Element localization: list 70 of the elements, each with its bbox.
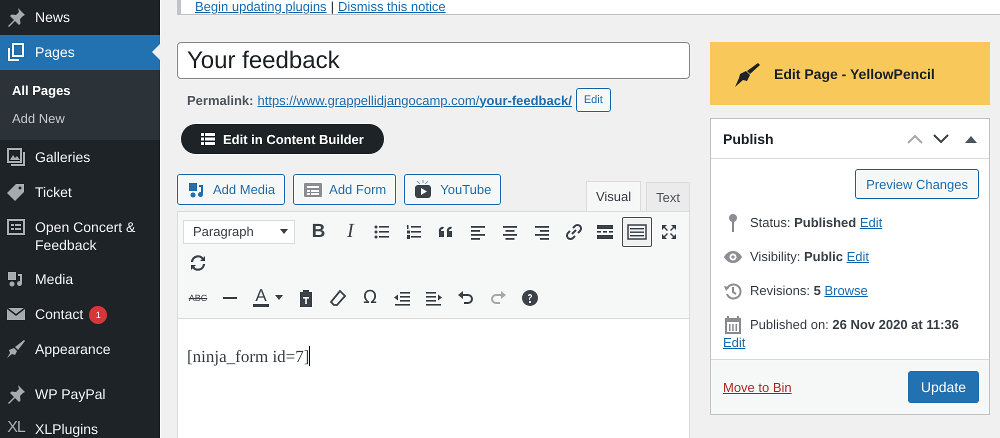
list-icon [201, 133, 215, 145]
triangle-up-icon[interactable] [965, 134, 977, 142]
sidebar-menu-item[interactable]: Appearance [0, 332, 160, 367]
refresh-icon [188, 252, 208, 272]
notice-link[interactable]: Begin updating plugins [195, 0, 327, 14]
sidebar-menu-item[interactable]: Contact 1 [0, 297, 160, 332]
history-icon [723, 281, 743, 301]
sidebar-menu-item[interactable]: Pages [0, 35, 160, 70]
italic-button[interactable]: I [335, 216, 366, 246]
submenu-item[interactable]: Add New [0, 105, 160, 133]
pin-icon [6, 384, 26, 404]
editor-tab[interactable]: Visual [586, 181, 642, 211]
paintbrush-icon [6, 339, 26, 359]
gallery-icon [6, 147, 26, 167]
update-button[interactable]: Update [908, 371, 979, 403]
permalink-link[interactable]: https://www.grappellidjangocamp.com/your-feedback/ [257, 92, 572, 108]
toolbar-toggle-button[interactable] [622, 216, 652, 246]
editor-content-text: [ninja_form id=7] [187, 347, 310, 366]
form-icon [6, 217, 26, 237]
editor-tab[interactable]: Text [646, 182, 690, 211]
text-cursor [309, 346, 310, 366]
caret-icon [280, 229, 288, 234]
format-dropdown[interactable]: Paragraph [183, 220, 295, 244]
bold-button[interactable]: B [304, 216, 334, 246]
publish-info-text: Status: Published Edit [750, 214, 884, 232]
edit-link[interactable]: Edit [860, 215, 882, 230]
sidebar-menu-item[interactable]: Open Concert & Feedback [0, 210, 160, 262]
media-toolbar-button[interactable]: YouTube [404, 174, 502, 205]
text-color-button[interactable]: A [247, 282, 289, 312]
separator-text: | [330, 0, 334, 14]
publish-info-text: Revisions: 5 Browse [750, 282, 869, 300]
submenu-item[interactable]: All Pages [0, 77, 160, 105]
edit-link[interactable]: Edit [846, 249, 869, 264]
publish-info-text: Published on: 26 Nov 2020 at 11:36 [750, 316, 960, 334]
media-toolbar-button[interactable]: Add Media [177, 174, 286, 205]
edit-permalink-button[interactable]: Edit [576, 88, 611, 112]
notification-badge: 1 [89, 306, 108, 324]
move-to-bin-link[interactable]: Move to Bin [723, 380, 792, 394]
horizontal-line-icon [223, 296, 237, 298]
help-icon [520, 288, 540, 308]
sidebar-menu-item[interactable]: News [0, 0, 160, 35]
tag-icon [6, 182, 26, 202]
yellowpencil-edit-button[interactable]: Edit Page - YellowPencil [710, 42, 990, 105]
panel-title: Publish [723, 130, 775, 146]
permalink-label: Permalink: [187, 92, 254, 108]
sidebar-menu-item[interactable]: Ticket [0, 175, 160, 210]
eraser-icon [328, 288, 348, 308]
preview-changes-button[interactable]: Preview Changes [855, 169, 979, 199]
notice-link[interactable]: Dismiss this notice [338, 0, 446, 14]
edit-link[interactable]: Edit [723, 335, 746, 350]
xl-logo-icon: XL [7, 419, 25, 437]
pin-icon [6, 7, 26, 27]
pages-icon [6, 42, 26, 62]
link-icon [564, 222, 584, 242]
calendar-icon [723, 315, 743, 335]
sidebar-menu-item[interactable]: XL XLPlugins [0, 412, 160, 438]
content-builder-button[interactable]: Edit in Content Builder [181, 124, 384, 154]
sidebar-menu-item[interactable]: Galleries [0, 140, 160, 175]
pencil-brush-icon [734, 60, 760, 86]
media-toolbar-button[interactable]: Add Form [293, 174, 396, 205]
title-field[interactable]: Your feedback [177, 42, 690, 79]
sidebar-menu-item[interactable]: Media [0, 262, 160, 297]
browse-link[interactable]: Browse [824, 283, 868, 298]
caret-icon [274, 295, 283, 300]
publish-info-text: Visibility: Public Edit [750, 248, 870, 266]
chevron-down-icon[interactable] [933, 134, 949, 144]
sidebar-menu-item[interactable]: WP PayPal [0, 367, 160, 412]
toolbar-toggle-icon [627, 222, 648, 242]
special-character-button[interactable]: Ω [355, 282, 385, 312]
strikethrough-button[interactable]: ABC [183, 282, 213, 312]
